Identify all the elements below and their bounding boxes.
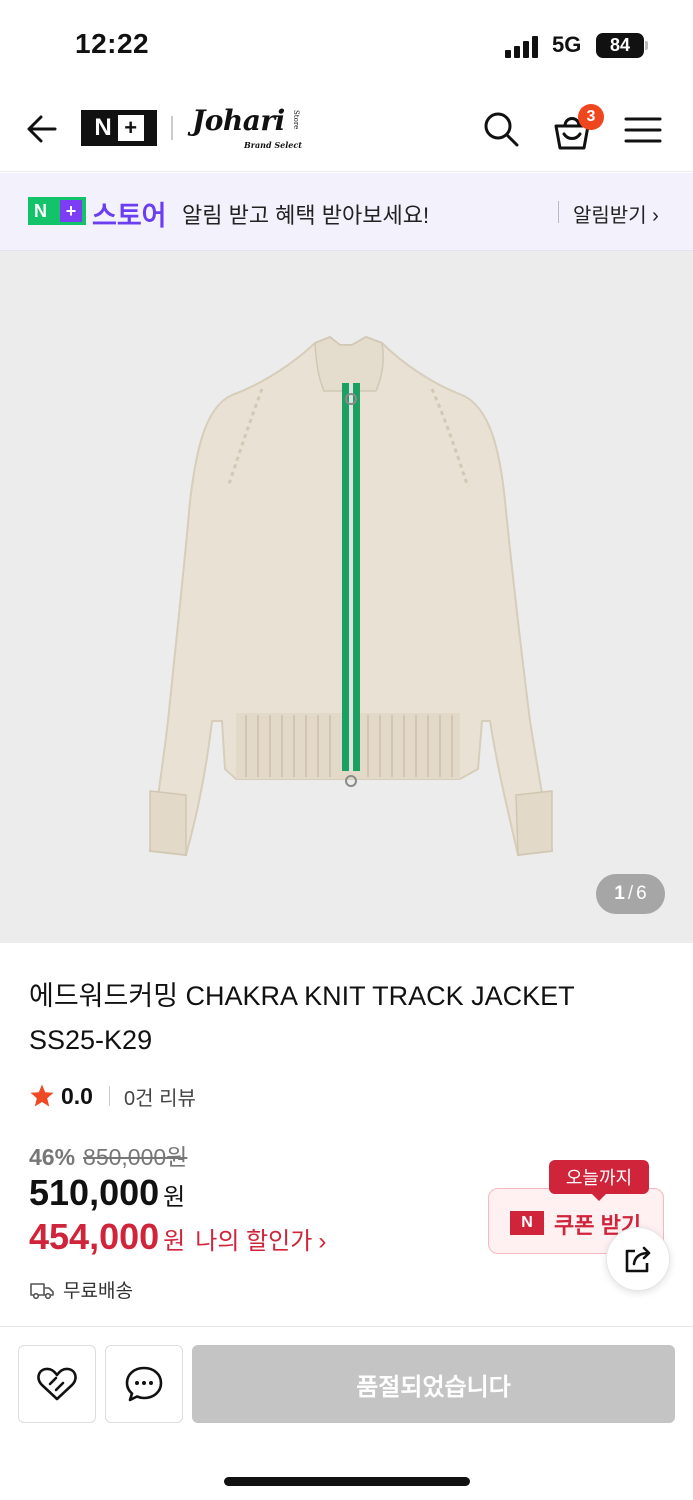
search-button[interactable] bbox=[480, 108, 522, 150]
notification-subscribe-link[interactable]: 알림받기 › bbox=[573, 199, 659, 228]
talk-chat-button[interactable] bbox=[105, 1345, 183, 1423]
cart-button[interactable]: 3 bbox=[550, 104, 604, 154]
coupon-deadline-tag: 오늘까지 bbox=[549, 1160, 649, 1194]
my-price-label: 나의 할인가 bbox=[195, 1228, 313, 1255]
my-discount-price[interactable]: 454,000 원 나의 할인가 › bbox=[29, 1216, 326, 1258]
coupon-n-badge: N bbox=[510, 1211, 544, 1235]
rating-row[interactable]: 0.0 0건 리뷰 bbox=[29, 1080, 196, 1112]
wishlist-button[interactable] bbox=[18, 1345, 96, 1423]
star-icon bbox=[30, 1084, 54, 1107]
product-title-line2: SS25-K29 bbox=[29, 1025, 153, 1055]
image-total: 6 bbox=[636, 883, 647, 904]
logo-n: N bbox=[94, 114, 112, 141]
discount-row: 46% 850,000원 bbox=[29, 1138, 187, 1172]
heart-icon bbox=[37, 1367, 77, 1401]
promo-store-label: 스토어 bbox=[92, 201, 167, 231]
rating-divider bbox=[108, 1086, 110, 1106]
back-button[interactable] bbox=[22, 108, 64, 150]
shipping-label: 무료배송 bbox=[63, 1281, 133, 1302]
home-indicator[interactable] bbox=[224, 1477, 470, 1486]
soldout-button[interactable]: 품절되었습니다 bbox=[192, 1345, 675, 1423]
shipping-info: 무료배송 bbox=[29, 1276, 133, 1303]
original-price: 850,000원 bbox=[83, 1144, 188, 1170]
review-count[interactable]: 0건 리뷰 bbox=[124, 1082, 196, 1111]
battery-level: 84 bbox=[609, 35, 631, 55]
chat-bubble-icon bbox=[125, 1366, 163, 1402]
image-separator: / bbox=[627, 883, 634, 904]
battery-tip bbox=[645, 41, 648, 50]
brand-store-label: Store bbox=[292, 110, 300, 130]
my-price-value: 454,000 bbox=[29, 1216, 160, 1257]
promo-divider bbox=[558, 201, 559, 223]
notification-promo-banner[interactable]: N + 스토어 알림 받고 혜택 받아보세요! 알림받기 › bbox=[0, 173, 693, 251]
status-bar: 12:22 5G 84 bbox=[0, 0, 693, 90]
my-price-currency: 원 bbox=[163, 1228, 186, 1255]
image-current: 1 bbox=[614, 883, 625, 904]
menu-button[interactable] bbox=[622, 110, 664, 150]
sale-price: 510,000 원 bbox=[29, 1172, 185, 1214]
sale-price-value: 510,000 bbox=[29, 1172, 160, 1213]
signal-icon bbox=[505, 36, 538, 58]
brand-subtitle: Brand Select bbox=[244, 140, 302, 150]
promo-message: 알림 받고 혜택 받아보세요! bbox=[182, 203, 430, 228]
naver-plus-store-logo: N + bbox=[28, 197, 86, 225]
knit-jacket-image bbox=[148, 335, 554, 857]
truck-icon bbox=[30, 1282, 54, 1299]
share-icon bbox=[625, 1246, 651, 1273]
network-type: 5G bbox=[552, 32, 582, 57]
naver-plus-logo[interactable]: N + bbox=[81, 110, 157, 146]
status-time: 12:22 bbox=[75, 28, 150, 59]
rating-value: 0.0 bbox=[61, 1082, 93, 1109]
chevron-right-icon: › bbox=[318, 1228, 327, 1255]
battery-icon: 84 bbox=[596, 33, 644, 58]
hamburger-menu-icon bbox=[624, 117, 662, 143]
brand-name: Johari bbox=[192, 104, 285, 137]
image-counter: 1 / 6 bbox=[596, 874, 665, 914]
brand-store-logo[interactable]: Johari Brand Select Store bbox=[192, 104, 312, 154]
bottom-action-bar: 품절되었습니다 bbox=[0, 1326, 693, 1500]
product-title-line1: 에드워드커밍 CHAKRA KNIT TRACK JACKET bbox=[29, 981, 575, 1011]
promo-logo-n: N bbox=[34, 200, 47, 221]
search-icon bbox=[484, 112, 519, 147]
top-navigation: N + Johari Brand Select Store 3 bbox=[0, 90, 693, 172]
logo-plus: + bbox=[117, 115, 144, 141]
sale-price-currency: 원 bbox=[163, 1184, 186, 1211]
logo-divider bbox=[171, 116, 173, 140]
share-button[interactable] bbox=[606, 1227, 670, 1291]
promo-logo-plus: + bbox=[60, 200, 82, 222]
coupon-tag-pointer bbox=[591, 1193, 607, 1201]
product-image-carousel[interactable]: 1 / 6 bbox=[0, 251, 693, 943]
cart-count-badge: 3 bbox=[578, 104, 604, 130]
discount-rate: 46% bbox=[29, 1144, 76, 1170]
arrow-left-icon bbox=[27, 115, 57, 143]
product-title: 에드워드커밍 CHAKRA KNIT TRACK JACKET SS25-K29 bbox=[29, 974, 629, 1062]
